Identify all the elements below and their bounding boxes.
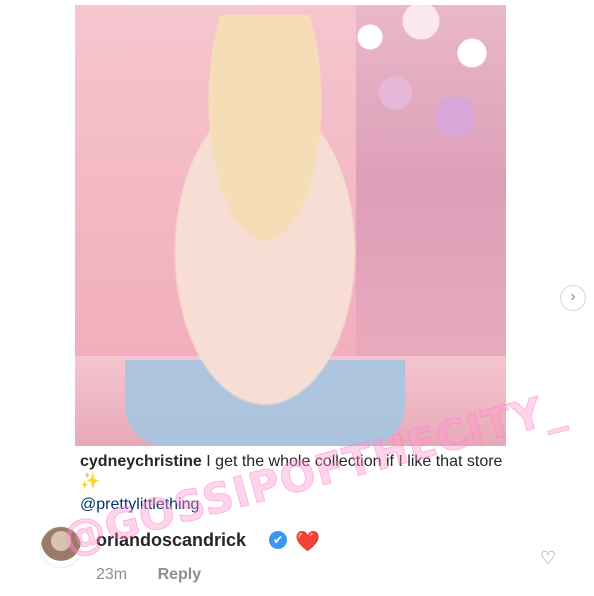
red-heart-emoji: ❤️ (295, 531, 320, 553)
comment-time: 23m (96, 566, 128, 583)
photo-subject (125, 15, 405, 446)
post-photo[interactable] (75, 5, 506, 446)
next-arrow-icon[interactable]: › (560, 285, 586, 311)
sparkles-emoji: ✨ (80, 473, 100, 490)
heart-icon[interactable]: ♡ (540, 548, 556, 569)
comment-meta: 23m Reply (96, 566, 201, 584)
caption-username[interactable]: cydneychristine (80, 453, 202, 470)
reply-button[interactable]: Reply (158, 566, 202, 583)
verified-badge-icon: ✔ (269, 531, 287, 549)
